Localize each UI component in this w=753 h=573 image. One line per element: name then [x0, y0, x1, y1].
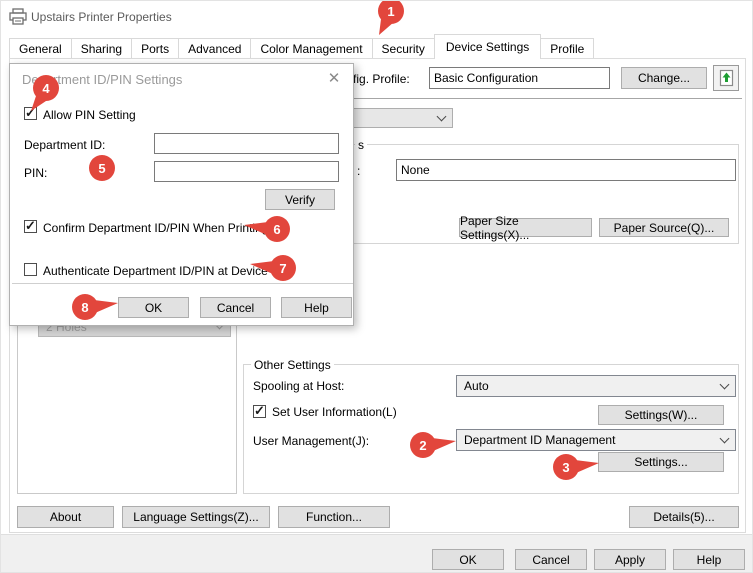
- confirm-label: Confirm Department ID/PIN When Printing: [43, 221, 268, 235]
- authenticate-label: Authenticate Department ID/PIN at Device: [43, 264, 268, 278]
- other-settings-title: Other Settings: [251, 358, 334, 372]
- none-field[interactable]: None: [396, 159, 736, 181]
- tab-advanced[interactable]: Advanced: [178, 38, 251, 59]
- pin-input[interactable]: [154, 161, 339, 182]
- set-user-info-label: Set User Information(L): [272, 405, 397, 419]
- dialog-ok-button[interactable]: OK: [118, 297, 189, 318]
- settings-w-button[interactable]: Settings(W)...: [598, 405, 724, 425]
- callout-7-icon: 7: [247, 254, 297, 282]
- callout-6-icon: 6: [241, 215, 291, 243]
- svg-text:5: 5: [98, 161, 105, 176]
- user-management-label: User Management(J):: [253, 434, 369, 448]
- chevron-down-icon: [720, 379, 730, 389]
- paper-size-settings-button[interactable]: Paper Size Settings(X)...: [459, 218, 592, 237]
- tab-general[interactable]: General: [9, 38, 72, 59]
- groupbox-label-fragment: s: [355, 138, 367, 152]
- dialog-separator: [12, 283, 353, 284]
- tab-color-management[interactable]: Color Management: [250, 38, 372, 59]
- verify-button[interactable]: Verify: [265, 189, 335, 210]
- tab-ports[interactable]: Ports: [131, 38, 179, 59]
- dialog-cancel-button[interactable]: Cancel: [200, 297, 271, 318]
- spooling-dropdown[interactable]: Auto: [456, 375, 736, 397]
- callout-3-icon: 3: [552, 453, 602, 481]
- cancel-button[interactable]: Cancel: [515, 549, 587, 570]
- field-label-fragment: :: [357, 164, 360, 178]
- about-button[interactable]: About: [17, 506, 114, 528]
- svg-text:7: 7: [279, 261, 286, 276]
- user-management-dropdown[interactable]: Department ID Management: [456, 429, 736, 451]
- department-id-input[interactable]: [154, 133, 339, 154]
- confirm-checkbox[interactable]: [24, 220, 37, 233]
- callout-1-icon: 1: [364, 0, 408, 39]
- svg-text:4: 4: [42, 81, 50, 96]
- function-button[interactable]: Function...: [278, 506, 390, 528]
- set-user-info-checkbox[interactable]: [253, 405, 266, 418]
- svg-text:2: 2: [419, 438, 426, 453]
- language-settings-button[interactable]: Language Settings(Z)...: [122, 506, 270, 528]
- close-icon[interactable]: ✕: [324, 68, 344, 88]
- chevron-down-icon: [720, 433, 730, 443]
- chevron-down-icon: [437, 111, 447, 121]
- config-profile-field[interactable]: Basic Configuration: [429, 67, 610, 89]
- apply-button[interactable]: Apply: [594, 549, 666, 570]
- tab-strip: General Sharing Ports Advanced Color Man…: [9, 34, 593, 59]
- department-id-label: Department ID:: [24, 138, 105, 152]
- export-profile-icon: [719, 69, 734, 87]
- authenticate-checkbox[interactable]: [24, 263, 37, 276]
- user-management-settings-button[interactable]: Settings...: [598, 452, 724, 472]
- svg-text:8: 8: [81, 300, 88, 315]
- printer-icon: [9, 8, 27, 25]
- callout-2-icon: 2: [409, 431, 459, 459]
- tab-device-settings[interactable]: Device Settings: [434, 34, 541, 59]
- callout-8-icon: 8: [71, 293, 121, 321]
- callout-4-icon: 4: [19, 74, 63, 116]
- callout-5-icon: 5: [88, 154, 116, 182]
- pin-label: PIN:: [24, 166, 47, 180]
- tab-security[interactable]: Security: [372, 38, 435, 59]
- svg-text:6: 6: [273, 222, 280, 237]
- svg-text:1: 1: [387, 4, 394, 19]
- export-profile-button[interactable]: [713, 65, 739, 91]
- tab-profile[interactable]: Profile: [540, 38, 594, 59]
- ok-button[interactable]: OK: [432, 549, 504, 570]
- window-title: Upstairs Printer Properties: [31, 10, 172, 24]
- details-button[interactable]: Details(5)...: [629, 506, 739, 528]
- spooling-label: Spooling at Host:: [253, 379, 344, 393]
- printer-properties-window: Upstairs Printer Properties General Shar…: [0, 0, 753, 573]
- change-button[interactable]: Change...: [621, 67, 707, 89]
- svg-text:3: 3: [562, 460, 569, 475]
- help-button[interactable]: Help: [673, 549, 745, 570]
- paper-source-button[interactable]: Paper Source(Q)...: [599, 218, 729, 237]
- dialog-help-button[interactable]: Help: [281, 297, 352, 318]
- tab-sharing[interactable]: Sharing: [71, 38, 132, 59]
